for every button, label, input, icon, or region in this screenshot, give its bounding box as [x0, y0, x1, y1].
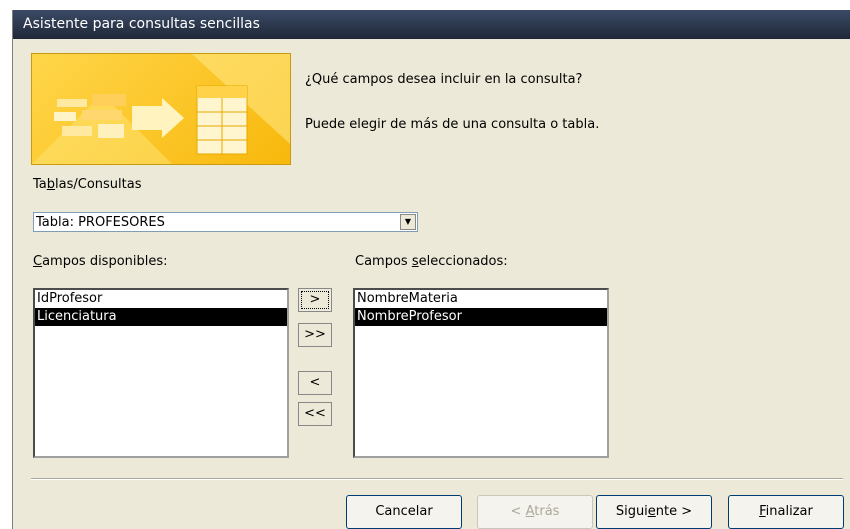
dropdown-arrow-icon[interactable]: ▼: [400, 214, 416, 230]
tables-queries-select[interactable]: Tabla: PROFESORES ▼: [33, 212, 418, 232]
list-item[interactable]: IdProfesor: [35, 290, 287, 308]
back-button[interactable]: < Atrás: [477, 495, 593, 529]
footer-separator: [31, 478, 843, 480]
selected-fields-label: Campos seleccionados:: [355, 254, 508, 269]
cancel-button[interactable]: Cancelar: [346, 495, 462, 529]
next-button[interactable]: Siguiente >: [596, 495, 712, 529]
add-all-fields-button[interactable]: >>: [298, 323, 332, 347]
prompt-hint: Puede elegir de más de una consulta o ta…: [305, 117, 600, 132]
window-title: Asistente para consultas sencillas: [23, 16, 260, 32]
list-item[interactable]: NombreProfesor: [355, 308, 607, 326]
list-item[interactable]: Licenciatura: [35, 308, 287, 326]
add-field-button[interactable]: >: [298, 288, 332, 312]
wizard-window: Asistente para consultas sencillas ¿Qué …: [13, 10, 850, 529]
available-fields-label: Campos disponibles:: [33, 254, 168, 269]
wizard-illustration: [31, 53, 291, 165]
title-bar[interactable]: Asistente para consultas sencillas: [13, 10, 850, 39]
finish-button[interactable]: Finalizar: [728, 495, 844, 529]
prompt-question: ¿Qué campos desea incluir en la consulta…: [305, 72, 583, 87]
available-fields-list[interactable]: IdProfesor Licenciatura: [33, 288, 289, 458]
remove-field-button[interactable]: <: [298, 371, 332, 395]
tables-queries-label: Tablas/Consultas: [33, 177, 142, 192]
table-arrow-illustration: [32, 54, 290, 164]
remove-all-fields-button[interactable]: <<: [298, 402, 332, 426]
list-item[interactable]: NombreMateria: [355, 290, 607, 308]
selected-source: Tabla: PROFESORES: [36, 215, 165, 230]
selected-fields-list[interactable]: NombreMateria NombreProfesor: [353, 288, 609, 458]
